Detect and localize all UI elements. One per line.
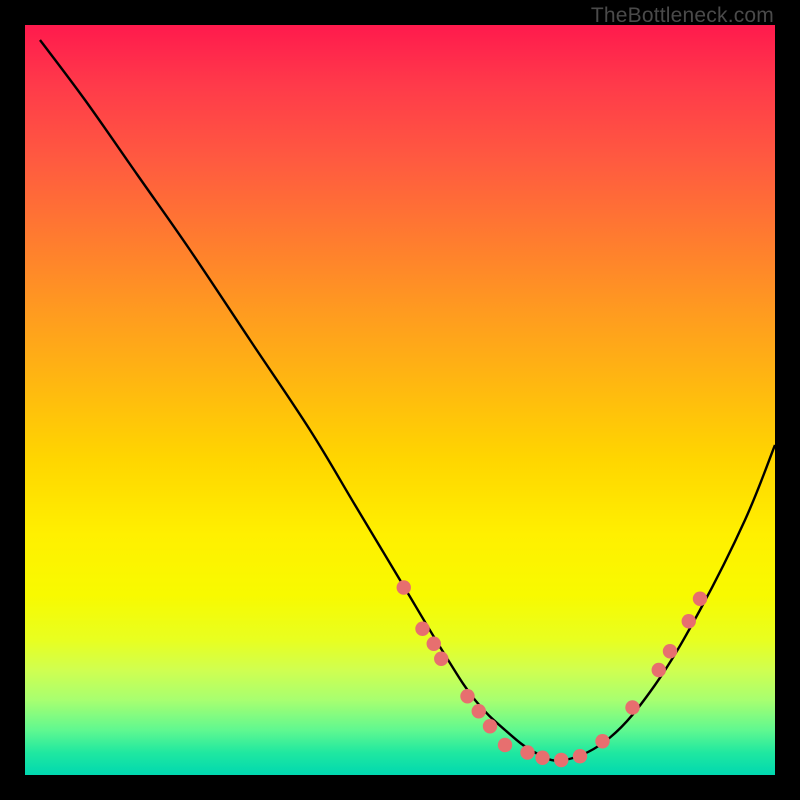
data-marker [535, 751, 549, 765]
data-marker [415, 622, 429, 636]
attribution-text: TheBottleneck.com [591, 4, 774, 28]
data-marker [472, 704, 486, 718]
marker-group [397, 580, 708, 767]
chart-svg [25, 25, 775, 775]
data-marker [693, 592, 707, 606]
data-marker [573, 749, 587, 763]
data-marker [498, 738, 512, 752]
data-marker [625, 700, 639, 714]
data-marker [427, 637, 441, 651]
data-marker [663, 644, 677, 658]
data-marker [434, 652, 448, 666]
data-marker [483, 719, 497, 733]
data-marker [520, 745, 534, 759]
data-marker [652, 663, 666, 677]
data-marker [460, 689, 474, 703]
data-marker [682, 614, 696, 628]
data-marker [595, 734, 609, 748]
data-marker [554, 753, 568, 767]
chart-frame: TheBottleneck.com [0, 0, 800, 800]
chart-plot-area [25, 25, 775, 775]
data-marker [397, 580, 411, 594]
